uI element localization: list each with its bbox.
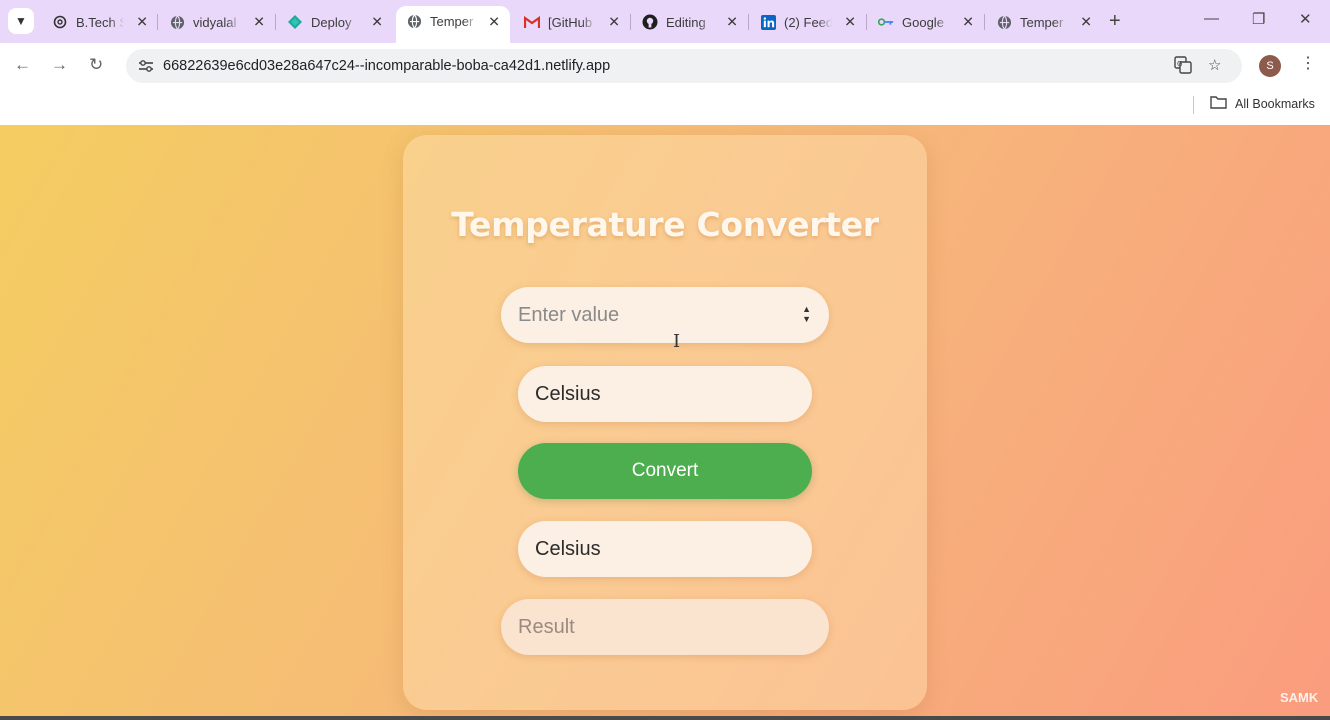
tab-vidyalal[interactable]: vidyalal ✕ [159,7,275,37]
bookmarks-bar: All Bookmarks [0,89,1330,125]
linkedin-icon [760,14,776,30]
more-menu-icon[interactable]: ⋮ [1300,55,1316,73]
globe-icon [169,14,185,30]
netlify-icon [287,14,303,30]
to-unit-value: Celsius [535,537,601,560]
tab-separator [630,14,631,30]
close-icon[interactable]: ✕ [608,14,620,31]
tab-temperature-active[interactable]: Temper ✕ [396,6,510,43]
site-info-icon[interactable] [134,54,158,78]
converter-card: Temperature Converter Enter value ▲ ▼ Cel… [403,135,927,710]
tab-title: Google [902,14,944,30]
close-icon[interactable]: ✕ [488,13,500,30]
google-password-icon [878,14,894,30]
globe-icon [406,14,422,30]
tab-editing[interactable]: Editing ✕ [632,7,748,37]
tab-linkedin-feed[interactable]: (2) Feed ✕ [750,7,866,37]
close-icon[interactable]: ✕ [1080,14,1092,31]
folder-icon [1210,95,1227,112]
tab-title: B.Tech S [76,14,124,30]
avatar-initial: S [1266,60,1274,72]
close-icon[interactable]: ✕ [253,14,265,31]
watermark: SAMK [1280,690,1319,705]
openai-icon [52,14,68,30]
input-placeholder: Enter value [518,303,620,326]
github-icon [642,14,658,30]
tab-google[interactable]: Google ✕ [868,7,984,37]
from-unit-value: Celsius [535,382,601,405]
avatar[interactable]: S [1259,55,1281,77]
page-title: Temperature Converter [451,205,879,244]
close-icon[interactable]: ✕ [962,14,974,31]
bookmark-star-icon[interactable]: ☆ [1208,56,1221,74]
tab-separator [157,14,158,30]
result-field[interactable]: Result [501,599,829,655]
convert-button[interactable]: Convert [518,443,812,499]
tab-separator [984,14,985,30]
tab-title: vidyalal [193,14,237,30]
bookmarks-separator [1193,96,1194,114]
tab-title: Editing [666,14,706,30]
close-icon[interactable]: ✕ [844,14,856,31]
tab-separator [866,14,867,30]
tab-title: Temper [1020,14,1064,30]
tab-github-mail[interactable]: [GitHub ✕ [514,7,630,37]
address-bar[interactable]: 66822639e6cd03e28a647c24--incomparable-b… [126,49,1242,83]
reload-icon[interactable]: ↻ [89,55,103,75]
close-icon[interactable]: ✕ [726,14,738,31]
tab-deploy[interactable]: Deploy ✕ [277,7,393,37]
translate-icon[interactable]: G [1174,56,1192,78]
url-text[interactable]: 66822639e6cd03e28a647c24--incomparable-b… [163,58,610,74]
tab-temperature[interactable]: Temper ✕ [986,7,1102,37]
number-spinner-icon[interactable]: ▲ ▼ [802,304,811,324]
tab-btech[interactable]: B.Tech S ✕ [42,7,158,37]
tab-separator [748,14,749,30]
tab-separator [275,14,276,30]
convert-button-label: Convert [631,460,699,481]
window-close-icon[interactable]: ✕ [1299,10,1312,28]
svg-text:G: G [1177,60,1182,68]
all-bookmarks-button[interactable]: All Bookmarks [1210,95,1315,112]
forward-arrow-icon[interactable]: → [51,55,68,75]
tab-title: Temper [430,14,474,29]
gmail-icon [524,14,540,30]
tab-title: [GitHub [548,14,593,30]
tab-title: (2) Feed [784,14,832,30]
browser-toolbar: ← → ↻ 66822639e6cd03e28a647c24--incompar… [0,43,1330,89]
close-icon[interactable]: ✕ [371,14,383,31]
page-background: Temperature Converter Enter value ▲ ▼ Cel… [0,125,1330,720]
back-arrow-icon[interactable]: ← [14,55,31,75]
temperature-value-input[interactable]: Enter value ▲ ▼ [501,287,829,343]
chevron-down-icon: ▼ [15,14,27,28]
from-unit-select[interactable]: Celsius [518,366,812,422]
text-cursor-icon: I [673,331,681,352]
globe-icon [996,14,1012,30]
result-placeholder: Result [518,615,575,638]
all-bookmarks-label: All Bookmarks [1235,96,1315,111]
minimize-icon[interactable]: — [1204,10,1219,27]
tab-title: Deploy [311,14,352,30]
bottom-edge [0,716,1330,720]
restore-icon[interactable]: ❐ [1252,10,1265,28]
tab-strip: ▼ B.Tech S ✕ vidyalal ✕ Deploy ✕ Temper … [0,0,1330,43]
tab-search-button[interactable]: ▼ [8,8,34,34]
to-unit-select[interactable]: Celsius [518,521,812,577]
new-tab-button[interactable]: + [1109,10,1121,32]
close-icon[interactable]: ✕ [136,14,148,31]
